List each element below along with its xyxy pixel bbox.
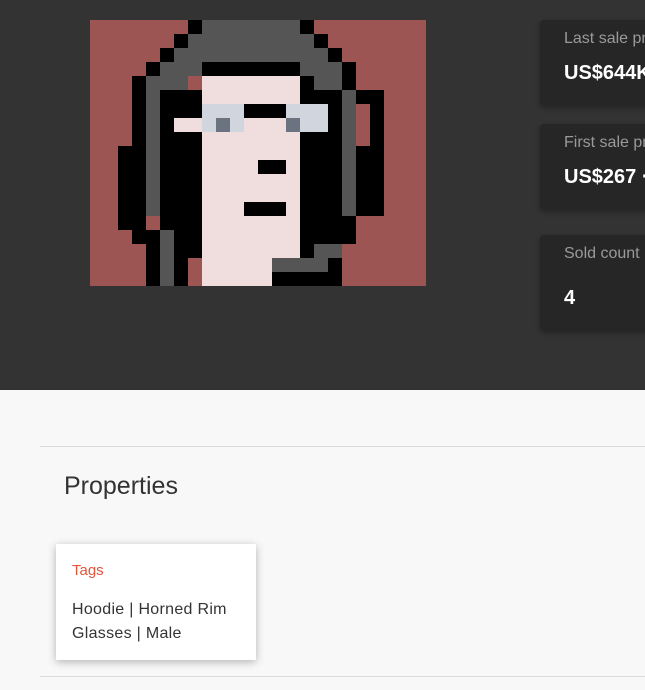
first-sale-label: First sale price xyxy=(564,134,645,151)
section-divider-bottom xyxy=(40,676,645,677)
sold-count-value: 4 xyxy=(564,287,576,309)
sold-count-label: Sold count xyxy=(564,245,640,262)
cryptopunk-avatar-icon xyxy=(90,20,426,286)
property-card-tags: Tags Hoodie | Horned Rim Glasses | Male xyxy=(56,544,256,660)
last-sale-card: Last sale price US$644K xyxy=(540,20,645,106)
last-sale-value: US$644K xyxy=(564,62,645,84)
punk-image xyxy=(90,20,426,286)
sold-count-card: Sold count 4 xyxy=(540,235,645,331)
properties-title: Properties xyxy=(64,472,178,500)
property-label: Tags xyxy=(72,562,104,579)
last-sale-label: Last sale price xyxy=(564,30,645,47)
header-section: Last sale price US$644K First sale price… xyxy=(0,0,645,390)
first-sale-card: First sale price US$267 · xyxy=(540,124,645,210)
property-value: Hoodie | Horned Rim Glasses | Male xyxy=(72,601,227,642)
first-sale-value: US$267 · xyxy=(564,166,645,188)
section-divider-top xyxy=(40,446,645,447)
